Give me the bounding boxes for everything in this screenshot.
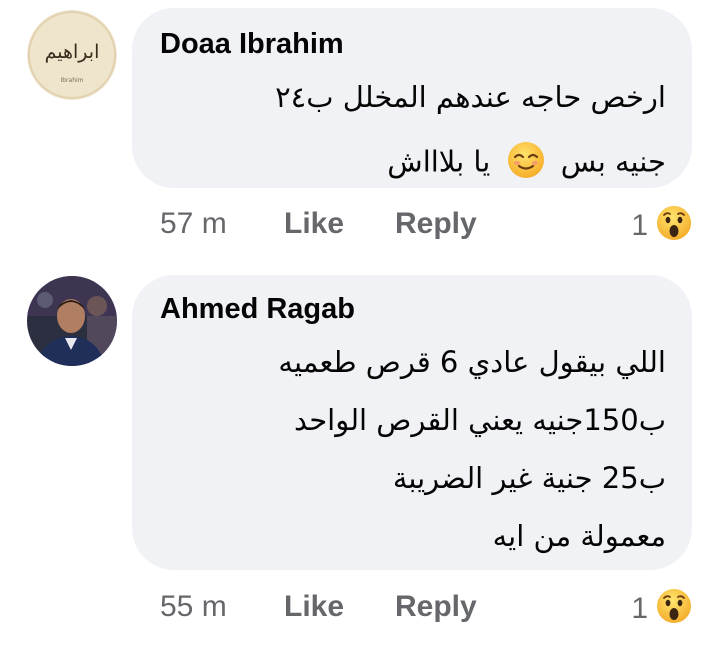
comment-bubble: Doaa Ibrahim ارخص حاجه عندهم المخلل ب٢٤ …	[132, 8, 692, 188]
comment-text-line: اللي بيقول عادي 6 قرص طعميه	[278, 345, 666, 379]
svg-text:Ibrahim: Ibrahim	[60, 77, 83, 84]
avatar[interactable]	[27, 276, 117, 366]
comment-text-line-with-emoji: جنيه بس يا بلاااش	[387, 140, 666, 187]
comment-timestamp[interactable]: 55 m	[160, 590, 227, 624]
like-button[interactable]: Like	[284, 207, 344, 241]
comment-text-fragment: يا بلاااش	[387, 144, 491, 179]
relieved-face-emoji-icon	[506, 140, 546, 187]
comment-text-fragment: جنيه بس	[560, 144, 666, 179]
comment-timestamp[interactable]: 57 m	[160, 207, 227, 241]
comment-text-line: ارخص حاجه عندهم المخلل ب٢٤	[275, 80, 666, 114]
reaction-count: 1	[631, 591, 648, 625]
wow-reaction-icon	[654, 586, 694, 631]
avatar[interactable]: ابراهيم Ibrahim	[27, 10, 117, 100]
avatar-photo	[27, 276, 117, 366]
comment-doaa-ibrahim: ابراهيم Ibrahim Doaa Ibrahim ارخص حاجه ع…	[0, 0, 720, 260]
comment-ahmed-ragab: Ahmed Ragab اللي بيقول عادي 6 قرص طعميه …	[0, 270, 720, 650]
avatar-calligraphy-image: ابراهيم Ibrahim	[27, 10, 117, 100]
comment-author[interactable]: Ahmed Ragab	[160, 293, 355, 326]
comment-author[interactable]: Doaa Ibrahim	[160, 28, 344, 61]
comment-text-line: ب150جنيه يعني القرص الواحد	[294, 403, 666, 437]
wow-reaction-icon	[654, 203, 694, 248]
svg-text:ابراهيم: ابراهيم	[45, 41, 100, 63]
comment-text-line: معمولة من ايه	[492, 519, 666, 553]
reaction-summary[interactable]: 1	[631, 203, 694, 248]
comment-text-line: ب25 جنية غير الضريبة	[392, 461, 666, 495]
reply-button[interactable]: Reply	[395, 590, 477, 624]
like-button[interactable]: Like	[284, 590, 344, 624]
comment-bubble: Ahmed Ragab اللي بيقول عادي 6 قرص طعميه …	[132, 275, 692, 570]
reply-button[interactable]: Reply	[395, 207, 477, 241]
reaction-count: 1	[631, 208, 648, 242]
reaction-summary[interactable]: 1	[631, 586, 694, 631]
